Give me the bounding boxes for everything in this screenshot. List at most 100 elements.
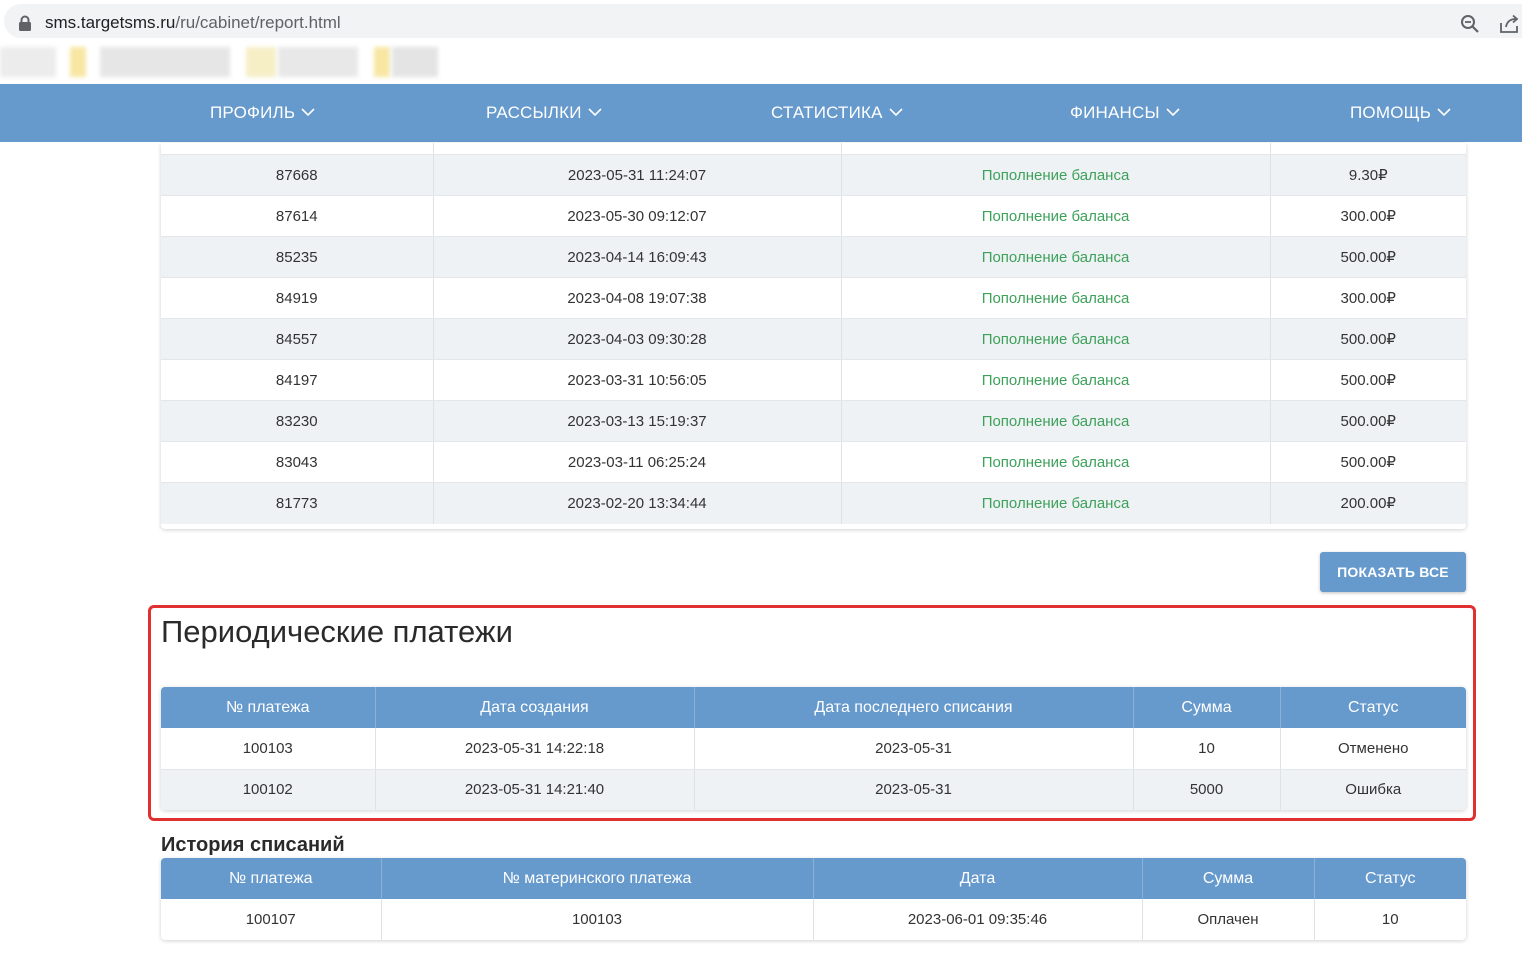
table-header-row: № платежа Дата создания Дата последнего … [161, 687, 1466, 728]
periodic-status: Ошибка [1280, 769, 1466, 810]
table-row: 81773 2023-02-20 13:34:44 Пополнение балан… [161, 482, 1466, 524]
payment-date: 2023-03-13 15:19:37 [433, 400, 842, 442]
payment-id: 87614 [161, 195, 434, 237]
payment-amount: 9.30₽ [1270, 154, 1466, 196]
payment-type: Пополнение баланса [841, 277, 1271, 319]
blurred-bookmark[interactable] [392, 47, 438, 77]
payments-table: 87668 2023-05-31 11:24:07 Пополнение балан… [161, 143, 1466, 524]
payment-amount: 500.00₽ [1270, 400, 1466, 442]
column-header[interactable]: № материнского платежа [381, 858, 814, 899]
table-header-row: № платежа № материнского платежа Дата Су… [161, 858, 1466, 899]
nav-label: РАССЫЛКИ [486, 103, 582, 122]
lock-icon[interactable] [18, 15, 32, 31]
browser-address-bar: sms.targetsms.ru/ru/cabinet/report.html [0, 0, 1522, 42]
history-table: № платежа № материнского платежа Дата Су… [161, 858, 1466, 940]
show-all-button[interactable]: ПОКАЗАТЬ ВСЕ [1320, 552, 1466, 592]
payment-date: 2023-04-03 09:30:28 [433, 318, 842, 360]
nav-mailings[interactable]: РАССЫЛКИ [486, 84, 602, 142]
blurred-bookmark[interactable] [100, 47, 230, 77]
payment-date: 2023-04-14 16:09:43 [433, 236, 842, 278]
table-row: 85235 2023-04-14 16:09:43 Пополнение балан… [161, 236, 1466, 278]
history-parent: 100103 [381, 899, 814, 940]
url-domain: sms.targetsms.ru [45, 13, 176, 32]
payment-id: 81773 [161, 482, 434, 524]
periodic-sum: 10 [1133, 728, 1281, 770]
url-field[interactable]: sms.targetsms.ru/ru/cabinet/report.html [4, 4, 1522, 38]
payment-amount: 500.00₽ [1270, 236, 1466, 278]
payment-amount: 500.00₽ [1270, 359, 1466, 401]
chevron-down-icon [889, 107, 903, 116]
payment-type: Пополнение баланса [841, 359, 1271, 401]
column-header[interactable]: Статус [1280, 687, 1466, 728]
share-icon[interactable] [1498, 14, 1520, 34]
periodic-last: 2023-05-31 [694, 769, 1134, 810]
payment-id: 84557 [161, 318, 434, 360]
payment-type: Пополнение баланса [841, 482, 1271, 524]
periodic-last: 2023-05-31 [694, 728, 1134, 770]
payment-id: 83230 [161, 400, 434, 442]
nav-statistics[interactable]: СТАТИСТИКА [771, 84, 903, 142]
payment-date: 2023-05-31 11:24:07 [433, 154, 842, 196]
payment-type: Пополнение баланса [841, 441, 1271, 483]
table-row: 84557 2023-04-03 09:30:28 Пополнение балан… [161, 318, 1466, 360]
table-row: 84197 2023-03-31 10:56:05 Пополнение балан… [161, 359, 1466, 401]
table-row-partial [161, 143, 1466, 155]
periodic-table: № платежа Дата создания Дата последнего … [161, 687, 1466, 810]
table-row: 83043 2023-03-11 06:25:24 Пополнение балан… [161, 441, 1466, 483]
payment-amount: 300.00₽ [1270, 277, 1466, 319]
periodic-created: 2023-05-31 14:22:18 [375, 728, 695, 770]
column-header[interactable]: № платежа [161, 687, 376, 728]
column-header[interactable]: № платежа [161, 858, 382, 899]
blurred-bookmark[interactable] [278, 47, 358, 77]
payment-type: Пополнение баланса [841, 154, 1271, 196]
column-header[interactable]: Дата создания [375, 687, 695, 728]
payment-amount: 500.00₽ [1270, 318, 1466, 360]
column-header[interactable]: Дата [813, 858, 1143, 899]
nav-label: ФИНАНСЫ [1070, 103, 1160, 122]
payment-type: Пополнение баланса [841, 318, 1271, 360]
history-id: 100107 [161, 899, 382, 940]
payment-date: 2023-04-08 19:07:38 [433, 277, 842, 319]
payment-id: 83043 [161, 441, 434, 483]
chevron-down-icon [588, 107, 602, 116]
url-path: /ru/cabinet/report.html [175, 13, 341, 32]
column-header[interactable]: Сумма [1142, 858, 1315, 899]
periodic-id: 100103 [161, 728, 376, 770]
column-header[interactable]: Дата последнего списания [694, 687, 1134, 728]
payment-type: Пополнение баланса [841, 236, 1271, 278]
payment-id: 84197 [161, 359, 434, 401]
blurred-bookmark[interactable] [70, 47, 86, 77]
payment-date: 2023-02-20 13:34:44 [433, 482, 842, 524]
payment-id: 87668 [161, 154, 434, 196]
nav-label: СТАТИСТИКА [771, 103, 883, 122]
blurred-bookmark[interactable] [246, 47, 276, 77]
blurred-bookmark[interactable] [374, 47, 390, 77]
chevron-down-icon [1437, 107, 1451, 116]
nav-label: ПРОФИЛЬ [210, 103, 296, 122]
periodic-payments-title: Периодические платежи [161, 614, 513, 649]
periodic-created: 2023-05-31 14:21:40 [375, 769, 695, 810]
nav-finance[interactable]: ФИНАНСЫ [1070, 84, 1180, 142]
blurred-bookmark[interactable] [0, 47, 56, 77]
history-date: 2023-06-01 09:35:46 [813, 899, 1143, 940]
nav-profile[interactable]: ПРОФИЛЬ [210, 84, 315, 142]
periodic-id: 100102 [161, 769, 376, 810]
payment-date: 2023-03-31 10:56:05 [433, 359, 842, 401]
table-row: 100102 2023-05-31 14:21:40 2023-05-31 50… [161, 769, 1466, 810]
payment-type: Пополнение баланса [841, 400, 1271, 442]
column-header[interactable]: Сумма [1133, 687, 1281, 728]
main-nav: ПРОФИЛЬ РАССЫЛКИ СТАТИСТИКА ФИНАНСЫ ПОМО… [0, 84, 1522, 142]
payment-amount: 200.00₽ [1270, 482, 1466, 524]
nav-help[interactable]: ПОМОЩЬ [1350, 84, 1451, 142]
payments-table-card: 87668 2023-05-31 11:24:07 Пополнение балан… [161, 143, 1466, 529]
payment-date: 2023-03-11 06:25:24 [433, 441, 842, 483]
url-text: sms.targetsms.ru/ru/cabinet/report.html [45, 13, 341, 33]
periodic-sum: 5000 [1133, 769, 1281, 810]
history-title: История списаний [161, 834, 345, 856]
column-header[interactable]: Статус [1314, 858, 1466, 899]
nav-label: ПОМОЩЬ [1350, 103, 1432, 122]
table-row: 87668 2023-05-31 11:24:07 Пополнение балан… [161, 154, 1466, 196]
zoom-out-icon[interactable] [1460, 14, 1480, 34]
bookmarks-bar [0, 42, 1522, 82]
payment-id: 85235 [161, 236, 434, 278]
